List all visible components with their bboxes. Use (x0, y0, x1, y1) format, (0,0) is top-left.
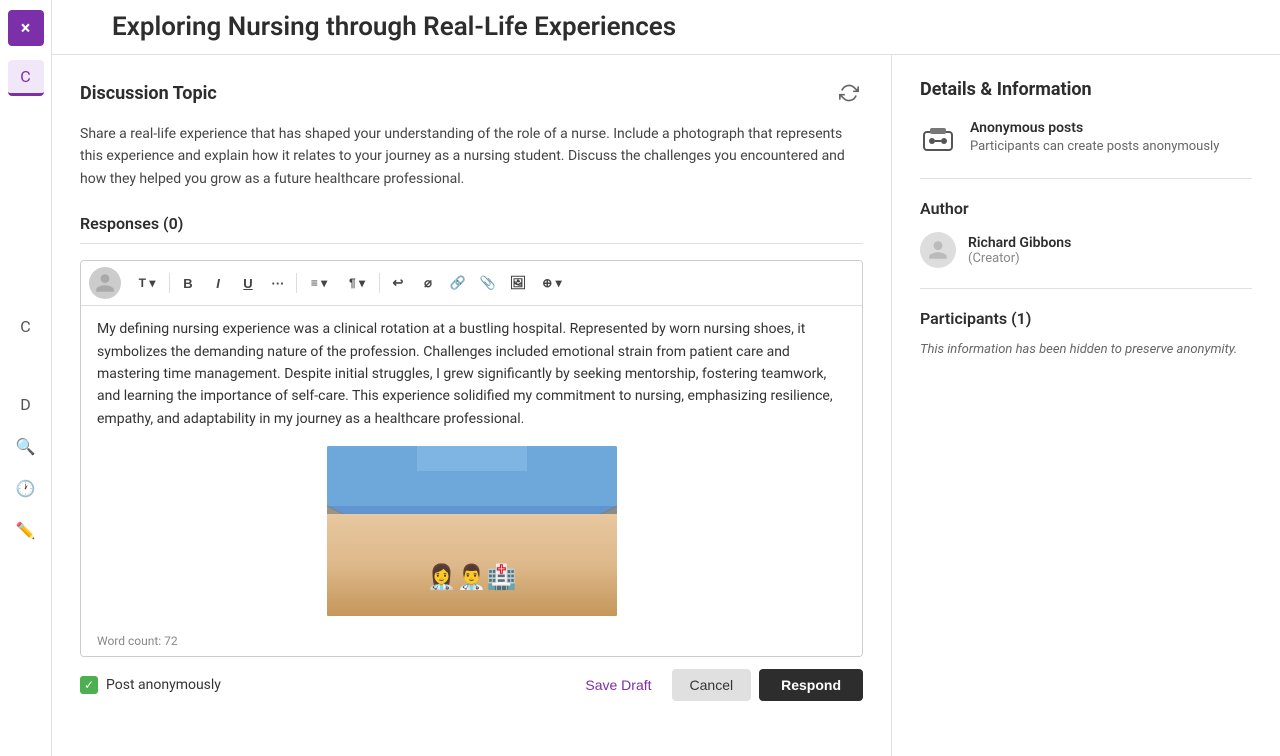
author-section: Author Richard Gibbons (Creator) (920, 199, 1252, 268)
paragraph-button[interactable]: ¶ ▾ (339, 269, 375, 297)
divider3 (379, 273, 380, 293)
strikethrough-button[interactable]: ⌀ (414, 269, 442, 297)
sidebar-item-history[interactable]: 🕐 (8, 470, 44, 506)
section2-icon: C (20, 317, 30, 336)
author-title: Author (920, 199, 1252, 218)
page-title: Exploring Nursing through Real-Life Expe… (112, 12, 676, 42)
link-button[interactable]: 🔗 (444, 269, 472, 297)
author-info: Richard Gibbons (Creator) (968, 235, 1071, 266)
post-anonymous-checkbox[interactable]: ✓ (80, 676, 98, 694)
italic-button[interactable]: I (204, 269, 232, 297)
divider-participants (920, 288, 1252, 289)
image-button[interactable]: 🖼 (504, 269, 532, 297)
courses-icon: C (20, 67, 30, 86)
anonymous-posts-title: Anonymous posts (970, 120, 1219, 136)
divider-author (920, 178, 1252, 179)
bold-button[interactable]: B (174, 269, 202, 297)
right-panel: Details & Information Anonymous posts Pa… (892, 55, 1280, 756)
anonymous-posts-description: Participants can create posts anonymousl… (970, 139, 1219, 154)
history-icon: 🕐 (16, 479, 36, 498)
sidebar-item-section2[interactable]: C (8, 308, 44, 344)
save-draft-button[interactable]: Save Draft (573, 669, 663, 701)
text-format-button[interactable]: T ▾ (129, 269, 165, 297)
cancel-button[interactable]: Cancel (672, 669, 752, 701)
top-title-bar: Exploring Nursing through Real-Life Expe… (52, 0, 1280, 55)
refresh-button[interactable] (835, 79, 863, 107)
undo-button[interactable]: ↩ (384, 269, 412, 297)
editor-image-container (97, 446, 846, 616)
author-item: Richard Gibbons (Creator) (920, 232, 1252, 268)
author-name: Richard Gibbons (968, 235, 1071, 251)
editor-toolbar: T ▾ B I U ··· ≡ ▾ ¶ ▾ ↩ ⌀ 🔗 📎 🖼 ⊕ ▾ (81, 261, 862, 306)
respond-button[interactable]: Respond (759, 669, 863, 701)
post-anonymous-label: Post anonymously (106, 677, 221, 693)
main-content: Discussion Topic Share a real-life exper… (52, 55, 1280, 756)
sidebar-item-courses[interactable]: C (8, 60, 44, 96)
author-avatar (920, 232, 956, 268)
footer-buttons: Save Draft Cancel Respond (573, 669, 863, 701)
sidebar-item-search[interactable]: 🔍 (8, 428, 44, 464)
participants-hidden-message: This information has been hidden to pres… (920, 342, 1252, 357)
divider1 (169, 273, 170, 293)
close-button[interactable]: × (8, 10, 44, 46)
more-options-button[interactable]: ⊕ ▾ (534, 269, 570, 297)
edit-icon: ✏️ (16, 521, 36, 540)
search-icon: 🔍 (16, 437, 36, 456)
editor-text[interactable]: My defining nursing experience was a cli… (97, 318, 846, 430)
anonymous-posts-icon (920, 122, 956, 158)
align-button[interactable]: ≡ ▾ (301, 269, 337, 297)
left-panel: Discussion Topic Share a real-life exper… (52, 55, 892, 756)
divider2 (296, 273, 297, 293)
underline-button[interactable]: U (234, 269, 262, 297)
details-title: Details & Information (920, 79, 1252, 100)
anonymous-posts-text: Anonymous posts Participants can create … (970, 120, 1219, 154)
more-format-button[interactable]: ··· (264, 269, 292, 297)
participants-title: Participants (1) (920, 309, 1252, 328)
sidebar-item-edit[interactable]: ✏️ (8, 512, 44, 548)
close-icon: × (21, 18, 31, 39)
discussions-icon: D (20, 395, 31, 414)
anonymous-posts-item: Anonymous posts Participants can create … (920, 120, 1252, 158)
discussion-body: Share a real-life experience that has sh… (80, 123, 863, 190)
attachment-button[interactable]: 📎 (474, 269, 502, 297)
author-role: (Creator) (968, 251, 1071, 266)
participants-section: Participants (1) This information has be… (920, 309, 1252, 357)
editor-wrapper: T ▾ B I U ··· ≡ ▾ ¶ ▾ ↩ ⌀ 🔗 📎 🖼 ⊕ ▾ (80, 260, 863, 657)
editor-image (327, 446, 617, 616)
post-anonymous-section: ✓ Post anonymously (80, 676, 221, 694)
word-count: Word count: 72 (81, 628, 862, 656)
responses-header: Responses (0) (80, 214, 863, 244)
editor-footer: ✓ Post anonymously Save Draft Cancel Res… (80, 657, 863, 701)
editor-content[interactable]: My defining nursing experience was a cli… (81, 306, 862, 628)
discussion-topic-header: Discussion Topic (80, 79, 863, 107)
user-avatar (89, 267, 121, 299)
left-sidebar: × C C D 🔍 🕐 ✏️ (0, 0, 52, 756)
discussion-topic-label: Discussion Topic (80, 83, 217, 104)
sidebar-item-discussions[interactable]: D (8, 386, 44, 422)
